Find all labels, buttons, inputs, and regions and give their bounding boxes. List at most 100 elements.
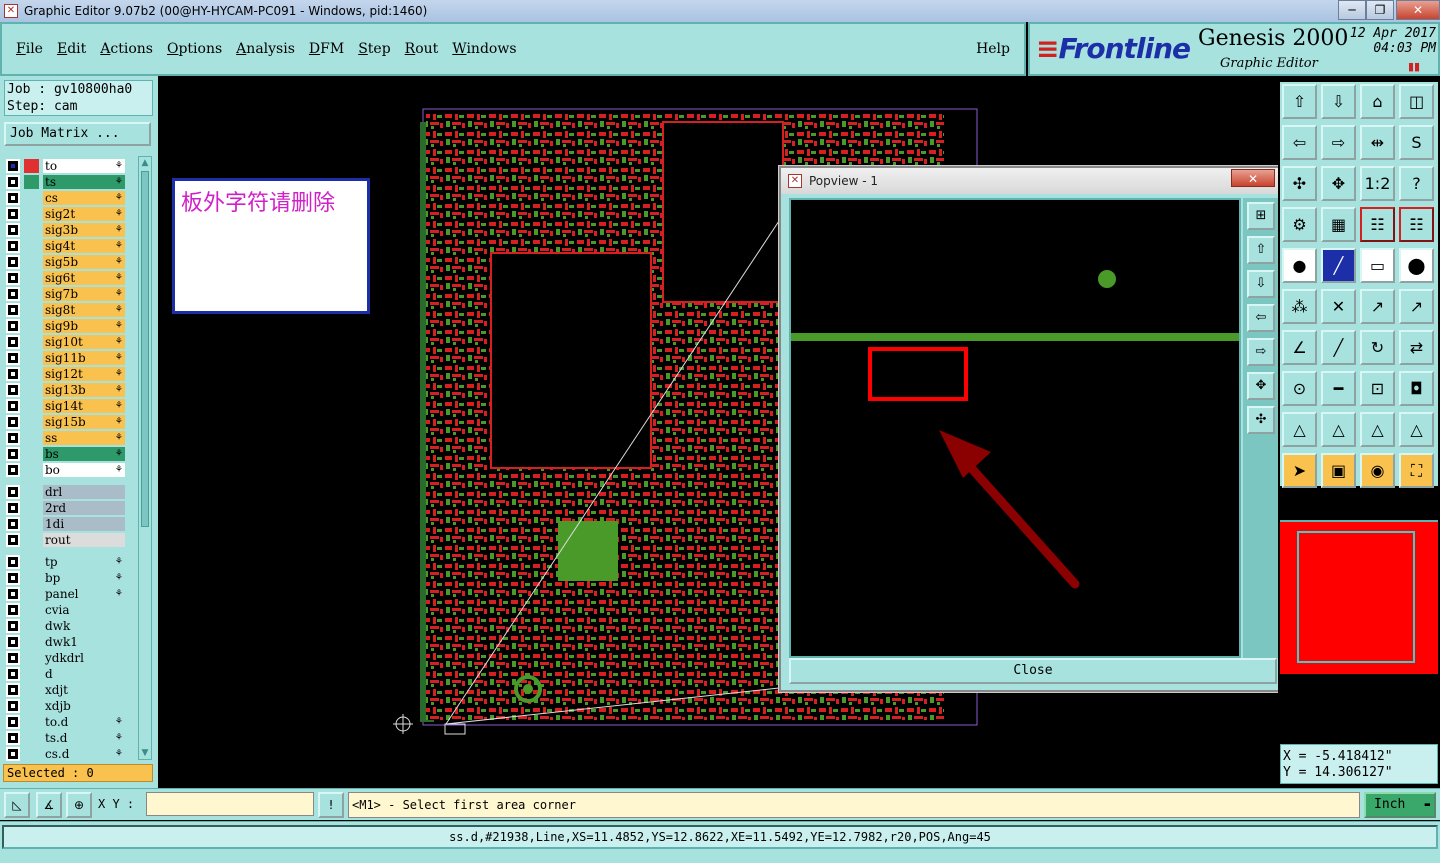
layer-row[interactable]: sig10t ⚘ bbox=[4, 334, 126, 350]
layer-checkbox[interactable] bbox=[6, 571, 20, 585]
peak-icon[interactable]: △ bbox=[1321, 412, 1356, 447]
arc-icon[interactable]: ↻ bbox=[1360, 330, 1395, 365]
layer-checkbox[interactable] bbox=[6, 619, 20, 633]
menu-help[interactable]: Help bbox=[976, 41, 1010, 57]
layer-row[interactable]: to ⚘ bbox=[4, 158, 126, 174]
units-dropdown[interactable]: Inch ▬ bbox=[1364, 792, 1436, 818]
layer-name[interactable]: 1di bbox=[43, 517, 125, 531]
layer-color-swatch[interactable] bbox=[24, 303, 39, 317]
home-view-icon[interactable]: ⌂ bbox=[1360, 84, 1395, 119]
pad-move-icon[interactable]: ⊙ bbox=[1282, 371, 1317, 406]
layer-color-swatch[interactable] bbox=[24, 501, 39, 515]
layer-color-swatch[interactable] bbox=[24, 223, 39, 237]
pan-left-icon[interactable]: ⇦ bbox=[1282, 125, 1317, 160]
layer-name[interactable]: sig10t ⚘ bbox=[43, 335, 125, 349]
layer-color-swatch[interactable] bbox=[24, 517, 39, 531]
layer-name[interactable]: ss ⚘ bbox=[43, 431, 125, 445]
layer-name[interactable]: d bbox=[43, 667, 125, 681]
angle-icon[interactable]: ∠ bbox=[1282, 330, 1317, 365]
layer-name[interactable]: 2rd bbox=[43, 501, 125, 515]
angle-mode-icon[interactable]: ∡ bbox=[36, 792, 62, 818]
layer-checkbox[interactable] bbox=[6, 351, 20, 365]
resize-icon[interactable]: ⊡ bbox=[1360, 371, 1395, 406]
pv-zoom-out-icon[interactable]: ✥ bbox=[1247, 372, 1275, 400]
layer-name[interactable]: sig12t ⚘ bbox=[43, 367, 125, 381]
layer-checkbox[interactable] bbox=[6, 587, 20, 601]
layer-name[interactable]: sig8t ⚘ bbox=[43, 303, 125, 317]
layer-row[interactable]: sig11b ⚘ bbox=[4, 350, 126, 366]
layer-color-swatch[interactable] bbox=[24, 383, 39, 397]
select-net-icon[interactable]: ⛶ bbox=[1399, 453, 1434, 488]
one-to-two-icon[interactable]: 1:2 bbox=[1360, 166, 1395, 201]
layer-color-swatch[interactable] bbox=[24, 351, 39, 365]
layer-name[interactable]: dwk bbox=[43, 619, 125, 633]
snap-icon[interactable]: S bbox=[1399, 125, 1434, 160]
scroll-down-icon[interactable]: ▼ bbox=[139, 747, 151, 759]
flip-icon[interactable]: ⇄ bbox=[1399, 330, 1434, 365]
select-box-icon[interactable]: ▣ bbox=[1321, 453, 1356, 488]
net-icon[interactable]: ⁂ bbox=[1282, 289, 1317, 324]
popview-close-x-button[interactable]: ✕ bbox=[1231, 169, 1275, 187]
layer-color-swatch[interactable] bbox=[24, 699, 39, 713]
layer-checkbox[interactable] bbox=[6, 501, 20, 515]
layer-checkbox[interactable] bbox=[6, 223, 20, 237]
layer-row[interactable]: cs ⚘ bbox=[4, 190, 126, 206]
layer-row[interactable]: sig7b ⚘ bbox=[4, 286, 126, 302]
layer-checkbox[interactable] bbox=[6, 635, 20, 649]
layer-row[interactable]: dwk1 bbox=[4, 634, 126, 650]
menu-dfm[interactable]: DFM bbox=[309, 41, 344, 57]
layer-checkbox[interactable] bbox=[6, 191, 20, 205]
layer-name[interactable]: sig7b ⚘ bbox=[43, 287, 125, 301]
layer-row[interactable]: tp ⚘ bbox=[4, 554, 126, 570]
layer-color-swatch[interactable] bbox=[24, 603, 39, 617]
zoom-fit-icon[interactable]: ✣ bbox=[1282, 166, 1317, 201]
layer-color-swatch[interactable] bbox=[24, 191, 39, 205]
settings-icon[interactable]: ⚙ bbox=[1282, 207, 1317, 242]
pause-icon[interactable]: ▮▮ bbox=[1408, 60, 1420, 73]
layer-color-swatch[interactable] bbox=[24, 271, 39, 285]
layer-name[interactable]: sig13b ⚘ bbox=[43, 383, 125, 397]
measure-icon[interactable]: ▭ bbox=[1360, 248, 1395, 283]
layer-color-swatch[interactable] bbox=[24, 255, 39, 269]
layer-row[interactable]: sig15b ⚘ bbox=[4, 414, 126, 430]
layer-color-swatch[interactable] bbox=[24, 175, 39, 189]
layer-checkbox[interactable] bbox=[6, 603, 20, 617]
layer-row[interactable]: bo ⚘ bbox=[4, 462, 126, 478]
layer-checkbox[interactable] bbox=[6, 463, 20, 477]
layer-name[interactable]: to.d ⚘ bbox=[43, 715, 125, 729]
layer-color-swatch[interactable] bbox=[24, 463, 39, 477]
layer-checkbox[interactable] bbox=[6, 367, 20, 381]
add-pad-icon[interactable]: ⬤ bbox=[1399, 248, 1434, 283]
layer-checkbox[interactable] bbox=[6, 555, 20, 569]
layer-checkbox[interactable] bbox=[6, 747, 20, 761]
popview-canvas[interactable] bbox=[789, 198, 1241, 658]
layer-color-swatch[interactable] bbox=[24, 587, 39, 601]
layer-checkbox[interactable] bbox=[6, 287, 20, 301]
layer-name[interactable]: xdjb bbox=[43, 699, 125, 713]
layer-color-swatch[interactable] bbox=[24, 635, 39, 649]
layer-name[interactable]: to ⚘ bbox=[43, 159, 125, 173]
layer-color-swatch[interactable] bbox=[24, 415, 39, 429]
layer-color-swatch[interactable] bbox=[24, 335, 39, 349]
layer-checkbox[interactable] bbox=[6, 175, 20, 189]
line-edit-icon[interactable]: ╱ bbox=[1321, 330, 1356, 365]
layer-color-swatch[interactable] bbox=[24, 431, 39, 445]
menu-file[interactable]: File bbox=[16, 41, 43, 57]
layer-row[interactable]: xdjt bbox=[4, 682, 126, 698]
menu-rout[interactable]: Rout bbox=[405, 41, 439, 57]
pan-right-icon[interactable]: ⇨ bbox=[1321, 125, 1356, 160]
split-line-icon[interactable]: ━ bbox=[1321, 371, 1356, 406]
layer-row[interactable]: 2rd bbox=[4, 500, 126, 516]
layer-checkbox[interactable] bbox=[6, 399, 20, 413]
window-view-icon[interactable]: ◫ bbox=[1399, 84, 1434, 119]
layer-row[interactable]: bs ⚘ bbox=[4, 446, 126, 462]
layer-checkbox[interactable] bbox=[6, 271, 20, 285]
layer-row[interactable]: sig3b ⚘ bbox=[4, 222, 126, 238]
cross-icon[interactable]: ✕ bbox=[1321, 289, 1356, 324]
minimize-button[interactable]: ─ bbox=[1338, 0, 1366, 20]
layer-row[interactable]: d bbox=[4, 666, 126, 682]
layer-color-swatch[interactable] bbox=[24, 651, 39, 665]
layer-name[interactable]: ts ⚘ bbox=[43, 175, 125, 189]
layer-name[interactable]: bo ⚘ bbox=[43, 463, 125, 477]
layer-row[interactable]: sig9b ⚘ bbox=[4, 318, 126, 334]
